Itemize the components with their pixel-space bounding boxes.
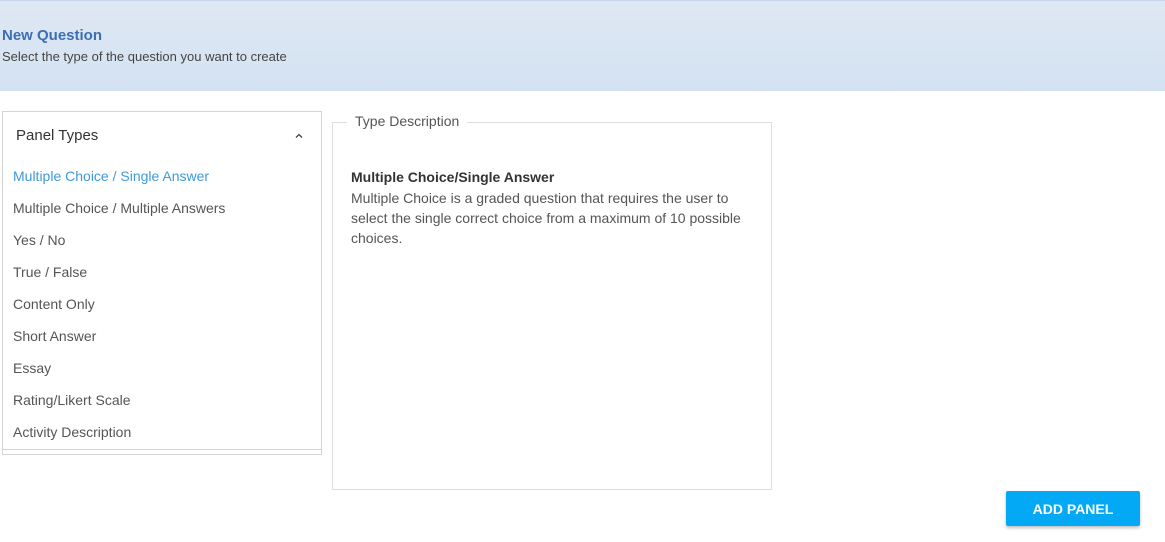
type-description-box: Type Description Multiple Choice/Single … — [332, 113, 772, 490]
add-panel-button[interactable]: ADD PANEL — [1006, 491, 1140, 526]
page-header: New Question Select the type of the ques… — [0, 0, 1165, 91]
panel-type-list: Multiple Choice / Single Answer Multiple… — [3, 164, 321, 452]
panel-types-title: Panel Types — [16, 127, 99, 144]
type-description-legend: Type Description — [347, 113, 468, 129]
panel-type-content-only[interactable]: Content Only — [3, 292, 321, 324]
panel-type-essay[interactable]: Essay — [3, 356, 321, 388]
panel-type-multiple-choice-multiple[interactable]: Multiple Choice / Multiple Answers — [3, 196, 321, 228]
panel-type-multiple-choice-single[interactable]: Multiple Choice / Single Answer — [3, 164, 321, 196]
panel-types-header[interactable]: Panel Types — [3, 112, 321, 160]
page-title: New Question — [2, 27, 103, 44]
page-subtitle: Select the type of the question you want… — [2, 49, 287, 64]
panel-type-true-false[interactable]: True / False — [3, 260, 321, 292]
panel-types-divider — [3, 449, 321, 450]
panel-type-activity-description[interactable]: Activity Description — [3, 420, 321, 452]
panel-type-short-answer[interactable]: Short Answer — [3, 324, 321, 356]
type-description-text: Multiple Choice is a graded question tha… — [351, 190, 741, 246]
panel-type-yes-no[interactable]: Yes / No — [3, 228, 321, 260]
panel-types-panel: Panel Types Multiple Choice / Single Ans… — [2, 111, 322, 455]
type-description-heading: Multiple Choice/Single Answer — [351, 169, 555, 185]
chevron-up-icon[interactable] — [293, 130, 305, 142]
panel-type-rating-likert[interactable]: Rating/Likert Scale — [3, 388, 321, 420]
